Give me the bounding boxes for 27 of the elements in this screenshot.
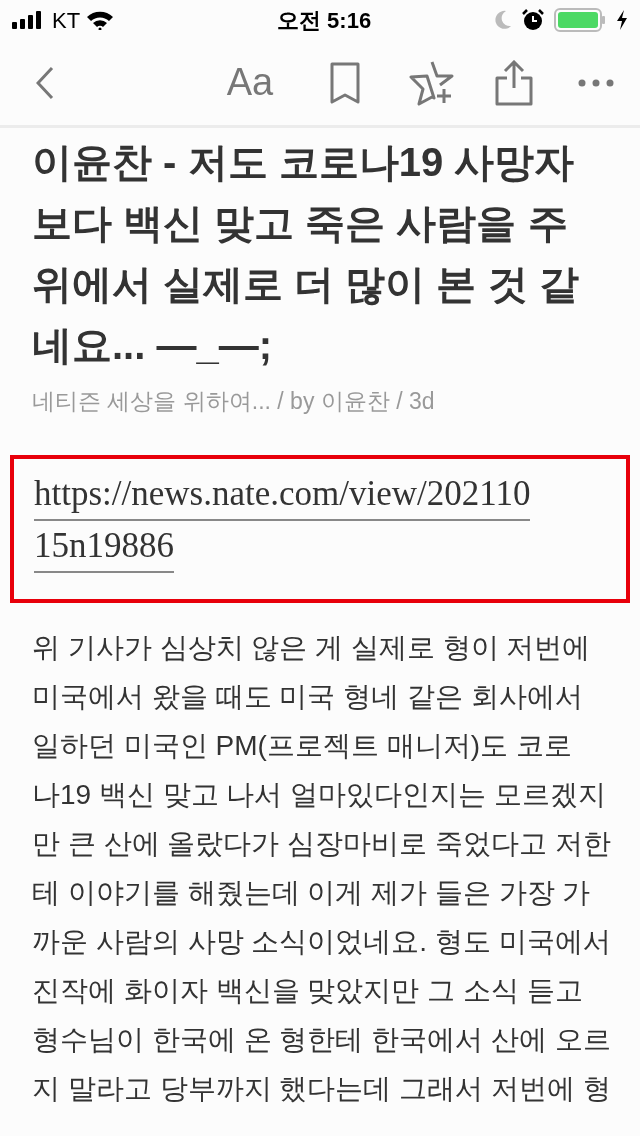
article-link[interactable]: https://news.nate.com/view/202110 <box>34 468 531 521</box>
alarm-icon <box>522 9 544 31</box>
body-text-line: 진작에 화이자 백신을 맞았지만 그 소식 듣고 <box>32 973 584 1008</box>
moon-icon <box>494 10 512 30</box>
body-text-line: 까운 사람의 사망 소식이었네요. 형도 미국에서 <box>32 924 608 959</box>
body-text-line: 나19 백신 맞고 나서 얼마있다인지는 모르겠지 <box>32 777 608 812</box>
charging-bolt-icon <box>616 10 628 30</box>
body-text-line: 미국에서 왔을 때도 미국 형네 같은 회사에서 <box>32 679 584 714</box>
clock-time: 오전 5:16 <box>277 6 372 35</box>
article-title-line: 보다 백신 맞고 죽은 사람을 주 <box>32 200 569 247</box>
article-title-line: 네요... —_—; <box>32 322 274 369</box>
body-text-line: 형수님이 한국에 온 형한테 한국에서 산에 오르 <box>32 1022 608 1057</box>
share-button[interactable] <box>494 59 534 106</box>
wifi-icon <box>86 10 115 30</box>
body-text-line: 테 이야기를 해줬는데 이게 제가 들은 가장 가 <box>32 875 592 910</box>
battery-icon <box>554 8 606 32</box>
article-title-line: 이윤찬 - 저도 코로나19 사망자 <box>32 139 576 186</box>
body-text-line: 지 말라고 당부까지 했다는데 그래서 저번에 형 <box>32 1071 608 1106</box>
article-title-line: 위에서 실제로 더 많이 본 것 같 <box>32 261 580 308</box>
carrier-name: KT <box>52 6 81 35</box>
bookmark-button[interactable] <box>328 60 362 105</box>
body-text-line: 일하던 미국인 PM(프로젝트 매니저)도 코로 <box>32 728 573 763</box>
body-text-line: 위 기사가 심상치 않은 게 실제로 형이 저번에 <box>32 630 592 665</box>
favorite-add-button[interactable] <box>408 59 456 106</box>
article-link[interactable]: 15n19886 <box>34 520 174 573</box>
article-meta: 네티즌 세상을 위하여... / by 이윤찬 / 3d <box>32 387 436 416</box>
text-size-button[interactable]: Aa <box>220 54 280 111</box>
